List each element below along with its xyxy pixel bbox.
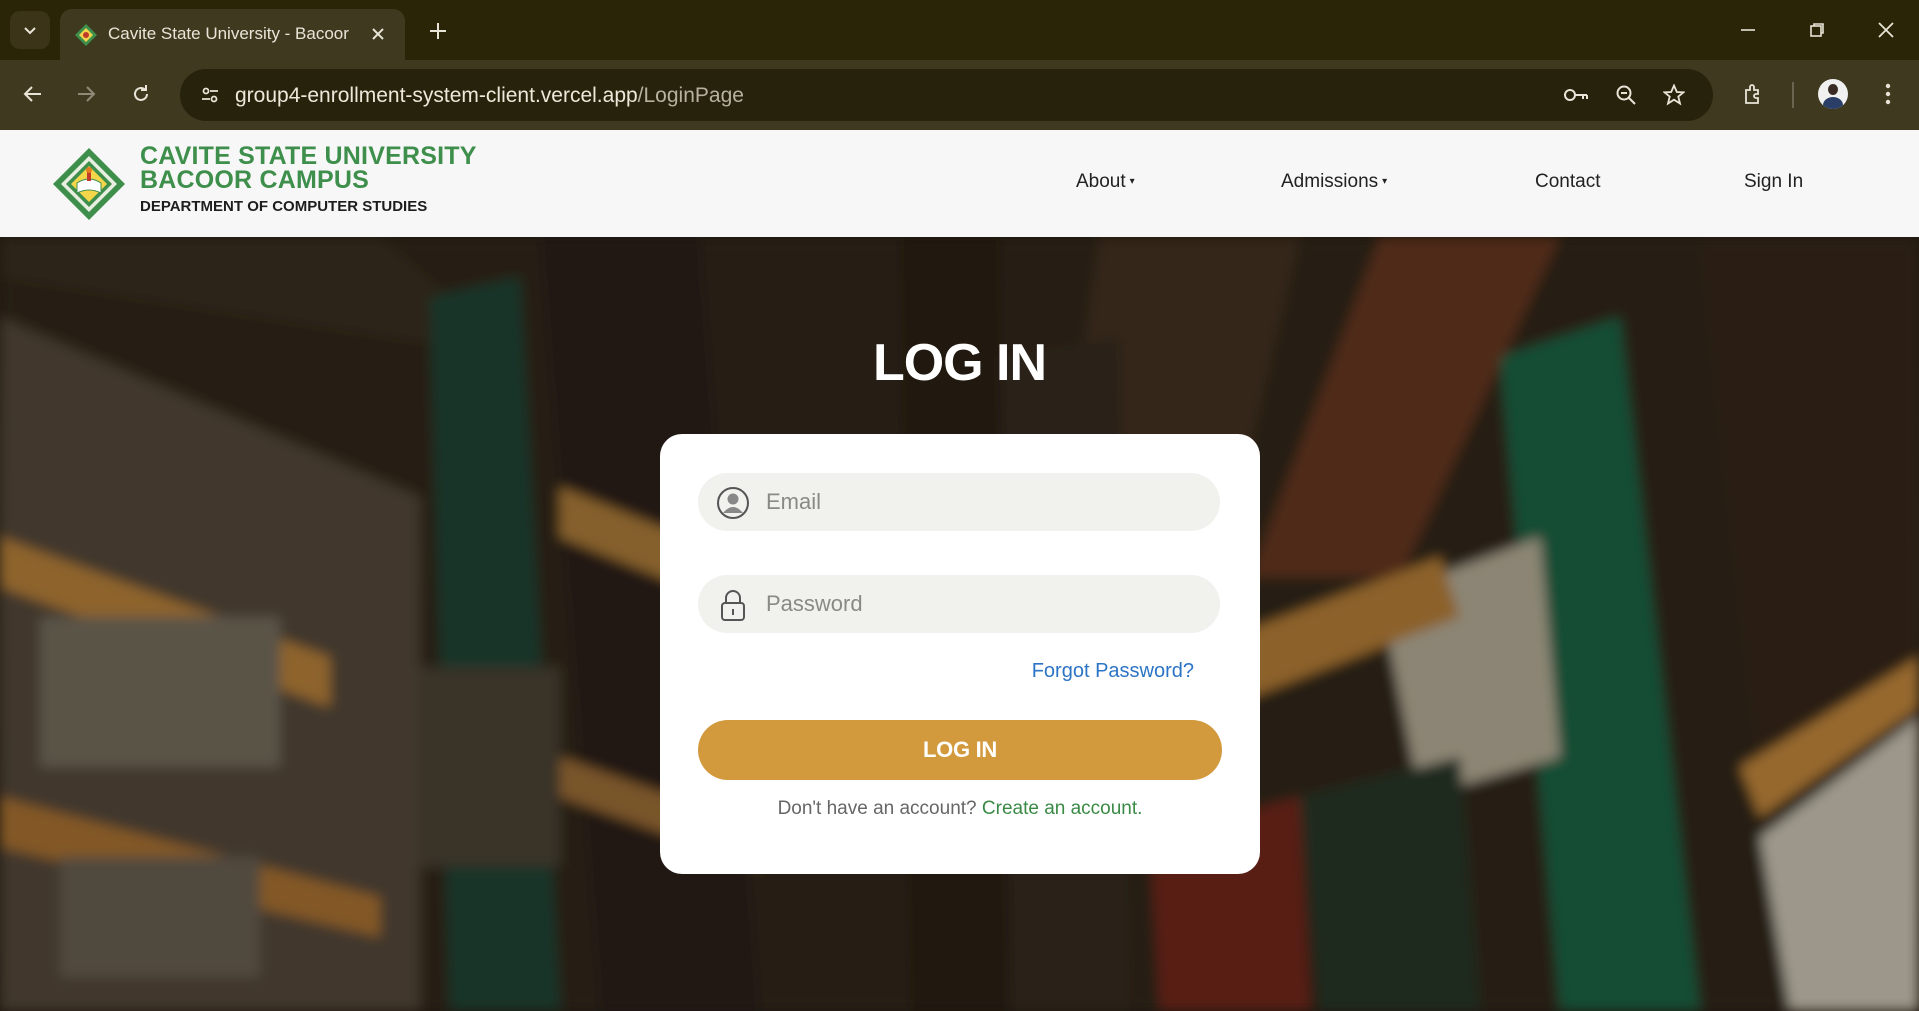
university-logo[interactable] <box>52 147 126 221</box>
bookmark-star-icon[interactable] <box>1658 80 1690 110</box>
brand-campus-name: BACOOR CAMPUS <box>140 166 369 194</box>
university-favicon-icon <box>75 24 97 46</box>
site-header: CAVITE STATE UNIVERSITY BACOOR CAMPUS DE… <box>0 130 1919 237</box>
url-host: group4-enrollment-system-client.vercel.a… <box>235 84 638 107</box>
close-window-button[interactable] <box>1862 10 1910 50</box>
tab-title: Cavite State University - Bacoor <box>108 24 349 43</box>
forward-button[interactable] <box>66 74 106 114</box>
forgot-password-link[interactable]: Forgot Password? <box>1032 660 1194 683</box>
nav-admissions[interactable]: Admissions ▾ <box>1281 171 1387 193</box>
browser-tab-active[interactable]: Cavite State University - Bacoor <box>60 9 405 60</box>
reload-icon <box>134 85 148 101</box>
restore-icon <box>1810 23 1824 37</box>
chevron-down-icon <box>24 27 36 35</box>
restore-button[interactable] <box>1793 10 1841 50</box>
password-input[interactable] <box>766 575 1196 633</box>
caret-down-icon: ▾ <box>1129 176 1135 187</box>
brand-department: DEPARTMENT OF COMPUTER STUDIES <box>140 198 428 215</box>
login-title: LOG IN <box>872 334 1047 392</box>
nav-sign-in[interactable]: Sign In <box>1744 171 1803 193</box>
signup-prompt: Don't have an account? Create an account… <box>660 798 1260 820</box>
site-info-button[interactable] <box>192 78 228 112</box>
puzzle-icon <box>1745 84 1759 104</box>
no-account-text: Don't have an account? <box>777 798 977 819</box>
caret-down-icon: ▾ <box>1382 176 1388 187</box>
kebab-menu-icon <box>1885 83 1891 105</box>
email-input[interactable] <box>766 473 1196 531</box>
tab-search-button[interactable] <box>10 11 50 49</box>
tab-close-icon[interactable] <box>367 23 389 45</box>
reload-button[interactable] <box>121 74 161 114</box>
nav-admissions-label: Admissions <box>1281 171 1379 192</box>
lock-icon <box>721 590 745 621</box>
login-button[interactable]: LOG IN <box>698 720 1222 780</box>
nav-about-label: About <box>1076 171 1126 192</box>
email-field[interactable] <box>698 473 1220 531</box>
extensions-button[interactable] <box>1734 74 1774 114</box>
nav-about[interactable]: About ▾ <box>1076 171 1135 193</box>
browser-menu-button[interactable] <box>1868 74 1908 114</box>
browser-tabstrip: Cavite State University - Bacoor <box>0 0 1919 60</box>
login-card: Forgot Password? LOG IN Don't have an ac… <box>660 434 1260 874</box>
address-bar[interactable]: group4-enrollment-system-client.vercel.a… <box>180 69 1713 121</box>
tune-icon <box>202 87 218 103</box>
minimize-button[interactable] <box>1724 10 1772 50</box>
browser-toolbar: group4-enrollment-system-client.vercel.a… <box>0 60 1919 130</box>
url-path: /LoginPage <box>637 84 744 107</box>
minimize-icon <box>1741 29 1755 31</box>
password-key-icon[interactable] <box>1560 80 1592 110</box>
profile-button[interactable] <box>1813 74 1853 114</box>
new-tab-button[interactable] <box>420 14 456 48</box>
avatar <box>1818 79 1848 109</box>
nav-contact[interactable]: Contact <box>1535 171 1600 193</box>
plus-icon <box>430 23 446 39</box>
create-account-link[interactable]: Create an account. <box>982 798 1143 819</box>
close-icon <box>1878 22 1894 38</box>
user-icon <box>717 487 749 519</box>
back-button[interactable] <box>13 74 53 114</box>
arrow-left-icon <box>23 86 41 102</box>
arrow-right-icon <box>78 86 96 102</box>
url-text: group4-enrollment-system-client.vercel.a… <box>235 84 744 108</box>
password-field[interactable] <box>698 575 1220 633</box>
toolbar-separator <box>1792 82 1794 108</box>
zoom-icon[interactable] <box>1610 80 1642 110</box>
